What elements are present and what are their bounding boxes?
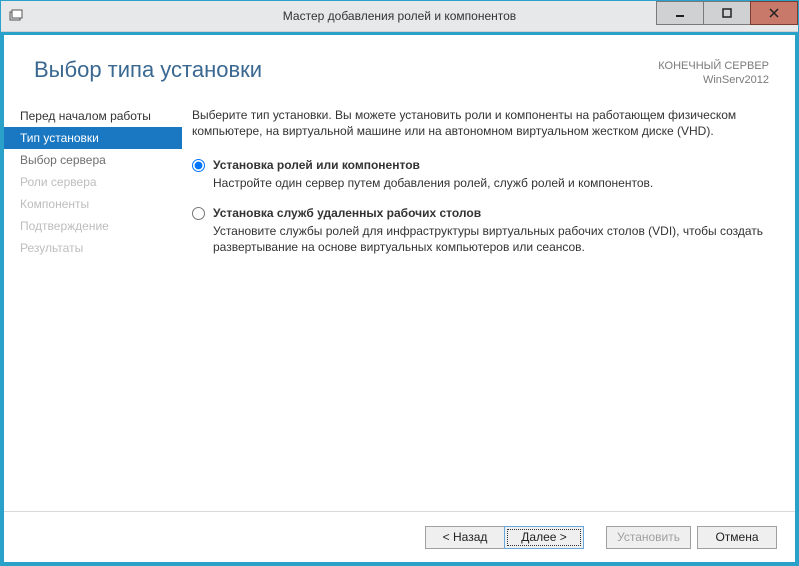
wizard-header: Выбор типа установки КОНЕЧНЫЙ СЕРВЕР Win… — [4, 35, 795, 93]
destination-value: WinServ2012 — [658, 73, 769, 87]
app-icon — [8, 8, 24, 24]
back-button[interactable]: < Назад — [425, 526, 505, 549]
cancel-button[interactable]: Отмена — [697, 526, 777, 549]
option-rds[interactable]: Установка служб удаленных рабочих столов… — [192, 205, 767, 255]
install-button: Установить — [606, 526, 691, 549]
step-server-roles: Роли сервера — [4, 171, 182, 193]
step-confirmation: Подтверждение — [4, 215, 182, 237]
option-role-based-radio[interactable] — [192, 159, 205, 172]
option-role-based-title: Установка ролей или компонентов — [213, 157, 767, 173]
step-server-selection[interactable]: Выбор сервера — [4, 149, 182, 171]
minimize-button[interactable] — [656, 1, 704, 25]
step-before-you-begin[interactable]: Перед началом работы — [4, 105, 182, 127]
option-rds-desc: Установите службы ролей для инфраструкту… — [213, 223, 767, 255]
wizard-frame: Выбор типа установки КОНЕЧНЫЙ СЕРВЕР Win… — [1, 32, 798, 565]
wizard-steps: Перед началом работы Тип установки Выбор… — [4, 99, 182, 511]
close-button[interactable] — [750, 1, 798, 25]
option-rds-title: Установка служб удаленных рабочих столов — [213, 205, 767, 221]
step-results: Результаты — [4, 237, 182, 259]
intro-text: Выберите тип установки. Вы можете устано… — [192, 107, 767, 139]
step-features: Компоненты — [4, 193, 182, 215]
step-installation-type[interactable]: Тип установки — [4, 127, 182, 149]
nav-button-group: < Назад Далее > — [425, 526, 584, 549]
wizard-window: Мастер добавления ролей и компонентов Вы… — [0, 0, 799, 566]
wizard-footer: < Назад Далее > Установить Отмена — [4, 511, 795, 562]
option-role-based[interactable]: Установка ролей или компонентов Настройт… — [192, 157, 767, 191]
maximize-button[interactable] — [703, 1, 751, 25]
destination-server: КОНЕЧНЫЙ СЕРВЕР WinServ2012 — [658, 59, 769, 87]
option-role-based-desc: Настройте один сервер путем добавления р… — [213, 175, 767, 191]
page-title: Выбор типа установки — [34, 57, 658, 83]
option-rds-radio[interactable] — [192, 207, 205, 220]
titlebar: Мастер добавления ролей и компонентов — [1, 1, 798, 32]
destination-label: КОНЕЧНЫЙ СЕРВЕР — [658, 59, 769, 73]
window-controls — [657, 1, 798, 31]
next-button[interactable]: Далее > — [504, 526, 584, 549]
wizard-body: Перед началом работы Тип установки Выбор… — [4, 93, 795, 511]
wizard-content: Выберите тип установки. Вы можете устано… — [182, 99, 795, 511]
